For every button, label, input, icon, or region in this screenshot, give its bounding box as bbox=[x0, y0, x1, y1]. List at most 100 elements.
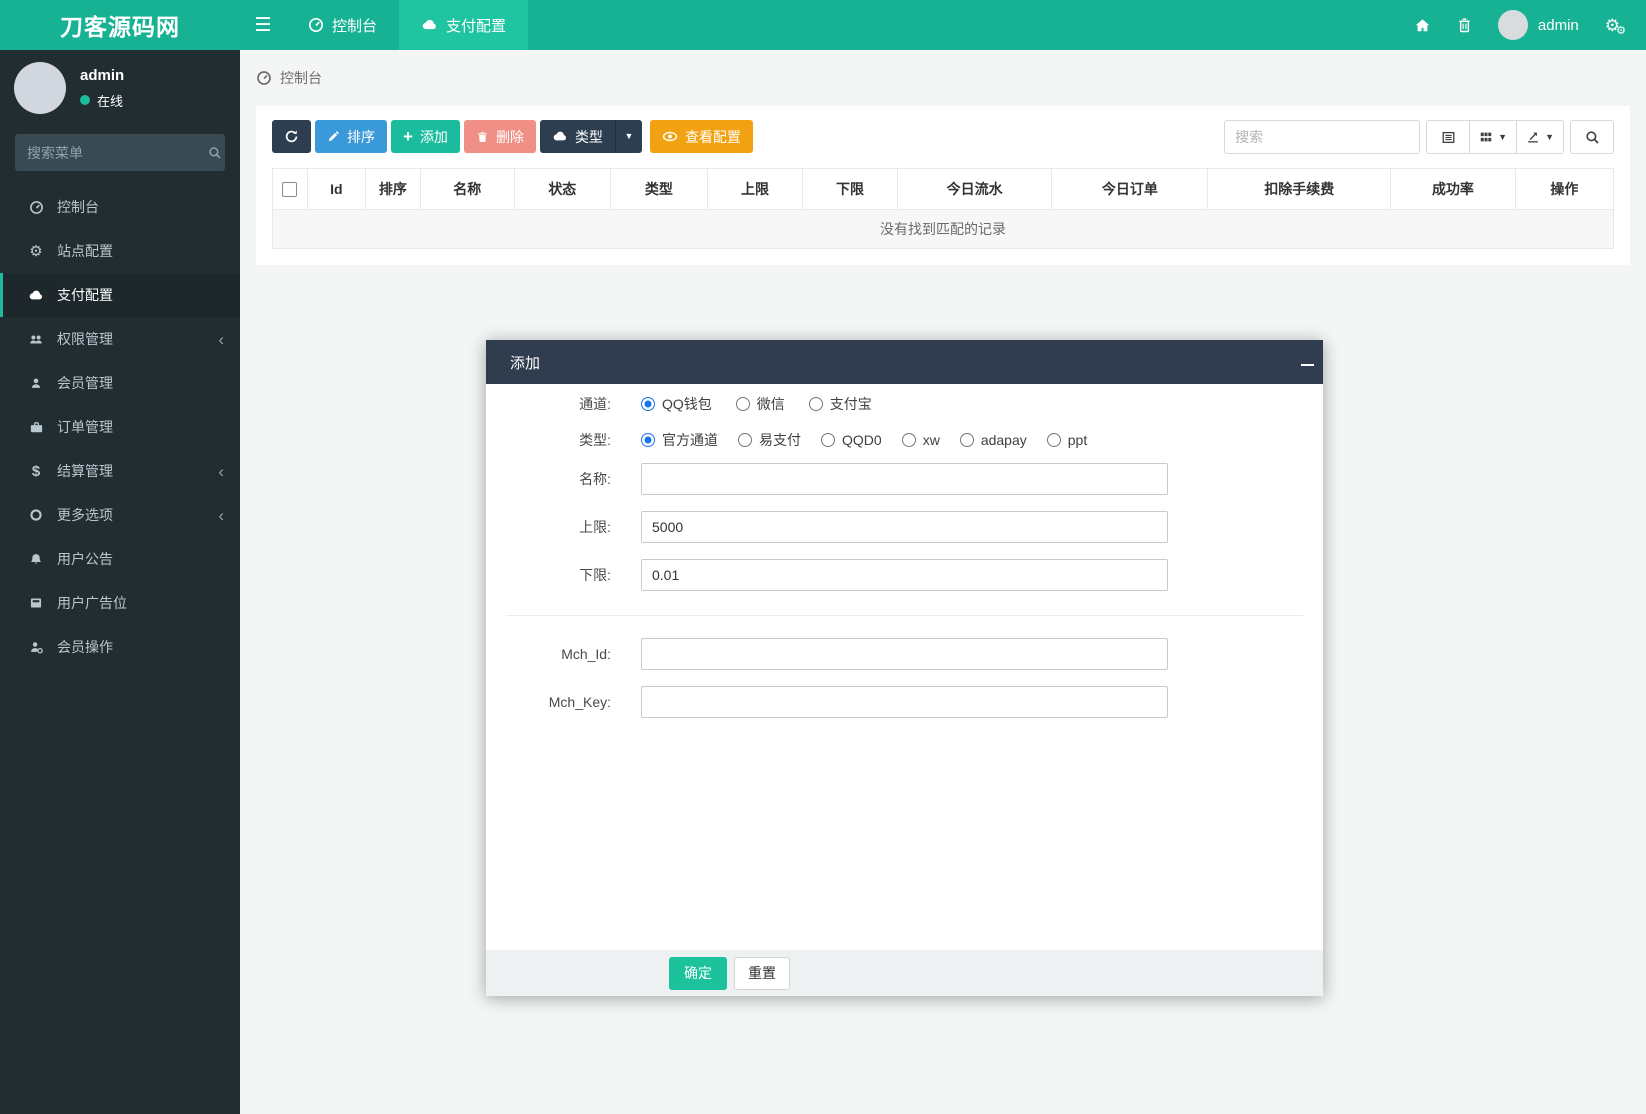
confirm-button[interactable]: 确定 bbox=[669, 956, 727, 990]
sidebar-item-dashboard[interactable]: 控制台 bbox=[0, 185, 240, 229]
column-upper-limit[interactable]: 上限 bbox=[706, 168, 804, 210]
view-config-button[interactable]: 查看配置 bbox=[649, 120, 753, 153]
radio-label: 易支付 bbox=[759, 432, 801, 448]
column-status[interactable]: 状态 bbox=[513, 168, 611, 210]
sidebar-item-site-config[interactable]: ⚙ 站点配置 bbox=[0, 229, 240, 273]
column-name[interactable]: 名称 bbox=[419, 168, 515, 210]
bell-icon bbox=[27, 552, 45, 567]
radio-checked-icon bbox=[641, 433, 655, 447]
modal-header[interactable]: 添加 bbox=[486, 340, 1323, 384]
brand-logo: 刀客源码网 bbox=[60, 14, 180, 40]
toolbar: 排序 + 添加 删除 类型 ▼ 查看配置 搜索 ▼ ▼ bbox=[272, 120, 1614, 154]
avatar bbox=[1497, 10, 1528, 40]
column-today-flow[interactable]: 今日流水 bbox=[897, 168, 1053, 210]
radio-option-wechat[interactable]: 微信 bbox=[735, 394, 785, 414]
sidebar-item-label: 站点配置 bbox=[57, 243, 113, 259]
table-search-input[interactable] bbox=[1224, 120, 1421, 154]
sidebar-item-more-options[interactable]: 更多选项 ‹ bbox=[0, 493, 240, 537]
tab-payment-config[interactable]: 支付配置 bbox=[399, 0, 529, 50]
tab-dashboard[interactable]: 控制台 bbox=[286, 0, 399, 50]
lower-limit-label: 下限: bbox=[579, 567, 611, 583]
dashboard-icon bbox=[256, 70, 272, 86]
export-button[interactable]: ▼ bbox=[1517, 120, 1564, 154]
radio-unchecked-icon bbox=[1046, 433, 1061, 447]
table-header-row: Id 排序 名称 状态 类型 上限 下限 今日流水 今日订单 扣除手续费 成功率… bbox=[272, 168, 1615, 210]
search-icon bbox=[1585, 130, 1600, 145]
column-sort[interactable]: 排序 bbox=[364, 168, 421, 210]
search-button[interactable] bbox=[1570, 120, 1614, 154]
radio-label: 官方通道 bbox=[662, 432, 718, 448]
sidebar-item-label: 用户公告 bbox=[57, 551, 113, 567]
dashboard-icon bbox=[308, 17, 324, 33]
type-field-row: 类型: 官方通道 易支付 QQD0 xw adapay ppt bbox=[486, 430, 1323, 450]
dashboard-icon bbox=[27, 200, 45, 215]
home-icon[interactable] bbox=[1414, 17, 1431, 34]
name-input[interactable] bbox=[641, 463, 1168, 495]
sidebar-item-permissions[interactable]: 权限管理 ‹ bbox=[0, 317, 240, 361]
briefcase-icon bbox=[27, 420, 45, 435]
menu-toggle-button[interactable]: ☰ bbox=[240, 0, 286, 50]
radio-option-official[interactable]: 官方通道 bbox=[641, 430, 718, 450]
mch-id-input[interactable] bbox=[641, 638, 1168, 670]
upper-limit-input[interactable] bbox=[641, 511, 1168, 543]
sidebar-item-label: 更多选项 bbox=[57, 507, 113, 523]
user-icon bbox=[27, 376, 45, 391]
type-dropdown-toggle[interactable]: ▼ bbox=[614, 120, 642, 153]
users-icon bbox=[27, 332, 45, 347]
trash-icon[interactable] bbox=[1457, 17, 1472, 34]
add-button-label: 添加 bbox=[419, 128, 448, 145]
columns-button[interactable]: ▼ bbox=[1470, 120, 1518, 154]
sidebar-item-label: 订单管理 bbox=[57, 419, 113, 435]
radio-option-qqd0[interactable]: QQD0 bbox=[821, 432, 882, 448]
minimize-icon[interactable] bbox=[1301, 364, 1314, 366]
sidebar-item-announcements[interactable]: 用户公告 bbox=[0, 537, 240, 581]
column-fee-deduction[interactable]: 扣除手续费 bbox=[1207, 168, 1392, 210]
columns-grid-icon bbox=[1479, 130, 1493, 144]
modal-title: 添加 bbox=[510, 354, 541, 372]
mch-key-input[interactable] bbox=[641, 686, 1168, 718]
sort-button-label: 排序 bbox=[347, 128, 375, 145]
add-button[interactable]: + 添加 bbox=[391, 120, 460, 153]
sidebar-item-settlement[interactable]: $ 结算管理 ‹ bbox=[0, 449, 240, 493]
radio-option-qq-wallet[interactable]: QQ钱包 bbox=[641, 394, 712, 414]
sort-button[interactable]: 排序 bbox=[315, 120, 387, 153]
sidebar-item-orders[interactable]: 订单管理 bbox=[0, 405, 240, 449]
column-today-orders[interactable]: 今日订单 bbox=[1051, 168, 1209, 210]
type-button[interactable]: 类型 bbox=[539, 120, 615, 153]
user-menu[interactable]: admin bbox=[1497, 10, 1579, 40]
detail-view-button[interactable] bbox=[1426, 120, 1471, 154]
radio-checked-icon bbox=[641, 397, 655, 411]
sidebar-item-ad-slots[interactable]: 用户广告位 bbox=[0, 581, 240, 625]
select-all-checkbox[interactable] bbox=[282, 181, 298, 197]
radio-option-ppt[interactable]: ppt bbox=[1046, 432, 1088, 448]
breadcrumb-label: 控制台 bbox=[280, 70, 322, 86]
reset-button[interactable]: 重置 bbox=[734, 956, 790, 990]
column-id[interactable]: Id bbox=[306, 168, 366, 210]
column-success-rate[interactable]: 成功率 bbox=[1390, 168, 1516, 210]
avatar bbox=[14, 62, 66, 114]
radio-option-xw[interactable]: xw bbox=[901, 432, 940, 448]
cogs-icon[interactable]: ⚙ ⚙ bbox=[1605, 17, 1626, 37]
dollar-icon: $ bbox=[31, 462, 41, 480]
column-type[interactable]: 类型 bbox=[609, 168, 709, 210]
radio-option-adapay[interactable]: adapay bbox=[959, 432, 1027, 448]
sidebar-item-members[interactable]: 会员管理 bbox=[0, 361, 240, 405]
radio-option-alipay[interactable]: 支付宝 bbox=[808, 394, 872, 414]
empty-state-text: 没有找到匹配的记录 bbox=[272, 209, 1614, 249]
delete-button[interactable]: 删除 bbox=[463, 120, 536, 153]
sidebar-item-payment-config[interactable]: 支付配置 bbox=[0, 273, 240, 317]
eye-icon bbox=[662, 130, 678, 143]
type-button-label: 类型 bbox=[574, 128, 603, 145]
upper-limit-label: 上限: bbox=[579, 519, 611, 535]
column-operations[interactable]: 操作 bbox=[1514, 168, 1615, 210]
mch-key-field-row: Mch_Key: bbox=[486, 686, 1323, 718]
sidebar-item-member-actions[interactable]: 会员操作 bbox=[0, 625, 240, 669]
lower-limit-input[interactable] bbox=[641, 559, 1168, 591]
search-icon[interactable] bbox=[208, 146, 222, 160]
column-lower-limit[interactable]: 下限 bbox=[802, 168, 899, 210]
refresh-button[interactable] bbox=[272, 120, 311, 153]
radio-option-yipay[interactable]: 易支付 bbox=[738, 430, 801, 450]
sidebar-search-input[interactable] bbox=[27, 144, 208, 161]
radio-label: QQD0 bbox=[842, 432, 882, 448]
radio-label: ppt bbox=[1067, 432, 1088, 448]
